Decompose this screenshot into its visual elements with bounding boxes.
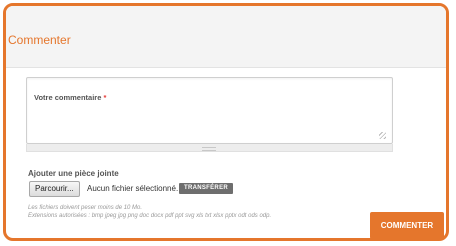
comment-textarea[interactable]: Votre commentaire * [26,77,393,144]
attachment-label: Ajouter une pièce jointe [28,169,119,178]
required-marker: * [103,93,107,102]
panel-title: Commenter [8,33,71,47]
resize-grip-icon[interactable] [379,132,386,139]
comment-label: Votre commentaire * [34,93,106,102]
comment-label-text: Votre commentaire [34,93,102,102]
browse-button[interactable]: Parcourir... [29,181,80,197]
file-size-hint: Les fichiers doivent peser moins de 10 M… [28,205,143,211]
file-extensions-hint: Extensions autorisées : bmp jpeg jpg png… [28,213,272,219]
transfer-button[interactable]: TRANSFÉRER [179,183,234,194]
drag-handle-icon [202,147,216,151]
textarea-drag-strip[interactable] [26,144,393,152]
file-status-text: Aucun fichier sélectionné. [87,184,179,193]
submit-comment-button[interactable]: COMMENTER [370,212,444,239]
panel-header [6,6,446,68]
